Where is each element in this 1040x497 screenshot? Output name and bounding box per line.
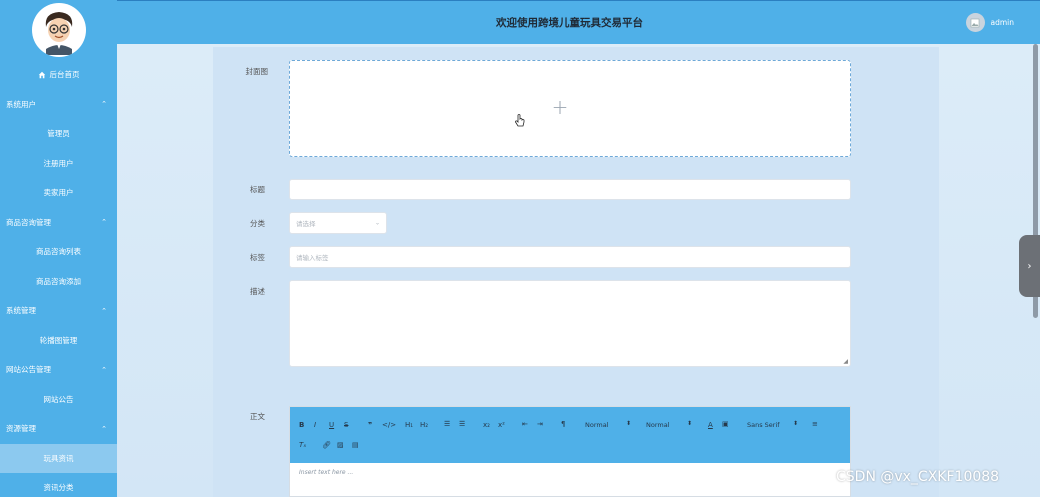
watermark: CSDN @vx_CXKF10088 (836, 469, 1000, 485)
sidebar-item-label: 系统管理 (6, 306, 36, 316)
collapse-tab[interactable]: › (1019, 235, 1040, 297)
sidebar-item-label: 资源管理 (6, 424, 36, 434)
hand-cursor-icon (515, 114, 525, 127)
sidebar: 后台首页 系统用户 ⌃ 管理员注册用户卖家用户商品咨询管理 ⌃ 商品咨询列表 商品咨询添加… (0, 0, 117, 497)
avatar-area (0, 0, 117, 60)
desc-label: 描述 (250, 287, 265, 296)
user-avatar[interactable] (965, 13, 985, 32)
ordered-list-icon[interactable]: ☰ (444, 420, 450, 428)
sidebar-item-label: 系统用户 (6, 99, 36, 109)
italic-button[interactable]: I (314, 421, 316, 429)
editor-toolbar: B I U S ❞ </> H₁ H₂ ☰ ☰ x₂ x² ⇤ ⇥ ¶ Norm… (290, 407, 850, 463)
editor-placeholder: Insert text here ... (299, 469, 354, 476)
header-select[interactable]: Normal (646, 421, 670, 429)
image-icon[interactable]: ▨ (337, 441, 344, 449)
description-textarea[interactable]: ◢ (289, 280, 851, 367)
sidebar-item-label: 卖家用户 (43, 188, 74, 198)
cover-upload[interactable]: + (289, 60, 851, 157)
sidebar-item-10[interactable]: 网站公告 (0, 385, 117, 415)
chevron-updown-icon: ⬍ (793, 420, 799, 427)
sidebar-item-1[interactable]: 管理员 (0, 119, 117, 149)
underline-button[interactable]: U (329, 421, 334, 429)
superscript-icon[interactable]: x² (498, 421, 505, 429)
category-label: 分类 (250, 219, 265, 228)
background-color-icon[interactable]: ▣ (722, 420, 729, 428)
sidebar-item-5[interactable]: 商品咨询列表 (0, 237, 117, 267)
sidebar-item-label: 后台首页 (49, 70, 80, 80)
chevron-up-icon: ⌃ (101, 218, 107, 227)
sidebar-item-3[interactable]: 卖家用户 (0, 178, 117, 208)
chevron-updown-icon: ⬍ (687, 420, 693, 427)
code-block-icon[interactable]: </> (382, 421, 396, 429)
blockquote-icon[interactable]: ❞ (368, 421, 372, 429)
rich-text-editor[interactable]: B I U S ❞ </> H₁ H₂ ☰ ☰ x₂ x² ⇤ ⇥ ¶ Norm… (289, 406, 851, 497)
user-menu[interactable]: admin (965, 13, 1015, 32)
top-header: 欢迎使用跨境儿童玩具交易平台 admin (117, 0, 1040, 44)
size-select[interactable]: Normal (585, 421, 609, 429)
tags-label: 标签 (250, 253, 265, 262)
link-icon[interactable]: 🔗︎ (322, 441, 331, 449)
indent-icon[interactable]: ⇥ (537, 420, 543, 428)
content-label: 正文 (250, 412, 265, 421)
sidebar-item-label: 玩具资讯 (43, 453, 74, 463)
bullet-list-icon[interactable]: ☰ (459, 420, 465, 428)
chevron-up-icon: ⌃ (101, 365, 107, 374)
sidebar-item-home[interactable]: 后台首页 (0, 60, 117, 90)
title-label: 标题 (250, 185, 265, 194)
category-placeholder: 请选择 (296, 220, 316, 228)
chevron-right-icon: › (1027, 260, 1032, 272)
sidebar-item-9[interactable]: 网站公告管理 ⌃ (0, 355, 117, 385)
sidebar-item-7[interactable]: 系统管理 ⌃ (0, 296, 117, 326)
sidebar-item-4[interactable]: 商品咨询管理 ⌃ (0, 208, 117, 238)
sidebar-item-11[interactable]: 资源管理 ⌃ (0, 414, 117, 444)
sidebar-item-label: 轮播图管理 (39, 335, 78, 345)
sidebar-item-8[interactable]: 轮播图管理 (0, 326, 117, 356)
align-icon[interactable]: ≡ (812, 420, 818, 428)
chevron-up-icon: ⌃ (101, 100, 107, 109)
sidebar-item-12[interactable]: 玩具资讯 (0, 443, 117, 473)
image-icon (970, 18, 980, 27)
sidebar-item-label: 网站公告管理 (6, 365, 51, 375)
sidebar-item-label: 商品咨询添加 (36, 276, 81, 286)
direction-icon[interactable]: ¶ (561, 420, 565, 428)
sidebar-item-label: 网站公告 (43, 394, 74, 404)
category-select[interactable]: 请选择 ⌄ (289, 212, 387, 234)
sidebar-item-6[interactable]: 商品咨询添加 (0, 267, 117, 297)
tags-placeholder: 请输入标签 (296, 254, 329, 262)
title-input[interactable] (289, 179, 851, 200)
home-icon (38, 71, 45, 78)
sidebar-item-label: 商品咨询列表 (36, 247, 81, 257)
sidebar-item-label: 管理员 (47, 129, 70, 139)
plus-icon: + (551, 94, 569, 119)
header2-button[interactable]: H₂ (420, 421, 428, 429)
chevron-up-icon: ⌃ (101, 306, 107, 315)
resize-handle-icon[interactable]: ◢ (843, 358, 848, 365)
sidebar-item-13[interactable]: 资讯分类 (0, 473, 117, 497)
cover-label: 封面图 (245, 67, 269, 76)
video-icon[interactable]: ▤ (352, 441, 359, 449)
tags-input[interactable]: 请输入标签 (289, 246, 851, 268)
sidebar-item-label: 注册用户 (43, 158, 74, 168)
sidebar-item-0[interactable]: 系统用户 ⌃ (0, 90, 117, 120)
font-color-icon[interactable]: A (708, 421, 713, 429)
subscript-icon[interactable]: x₂ (483, 421, 490, 429)
chevron-updown-icon: ⬍ (626, 420, 632, 427)
font-select[interactable]: Sans Serif (747, 421, 780, 429)
username: admin (990, 18, 1015, 27)
cartoon-boy-icon (45, 12, 72, 55)
bold-button[interactable]: B (299, 421, 304, 429)
clear-format-icon[interactable]: Tₓ (299, 441, 306, 449)
avatar[interactable] (31, 3, 86, 57)
page-title: 欢迎使用跨境儿童玩具交易平台 (496, 17, 643, 29)
outdent-icon[interactable]: ⇤ (522, 420, 528, 428)
sidebar-item-label: 资讯分类 (43, 483, 74, 493)
chevron-down-icon: ⌄ (374, 219, 380, 227)
chevron-up-icon: ⌃ (101, 424, 107, 433)
header1-button[interactable]: H₁ (405, 421, 413, 429)
strike-button[interactable]: S (344, 421, 348, 429)
sidebar-item-2[interactable]: 注册用户 (0, 149, 117, 179)
sidebar-item-label: 商品咨询管理 (6, 217, 51, 227)
